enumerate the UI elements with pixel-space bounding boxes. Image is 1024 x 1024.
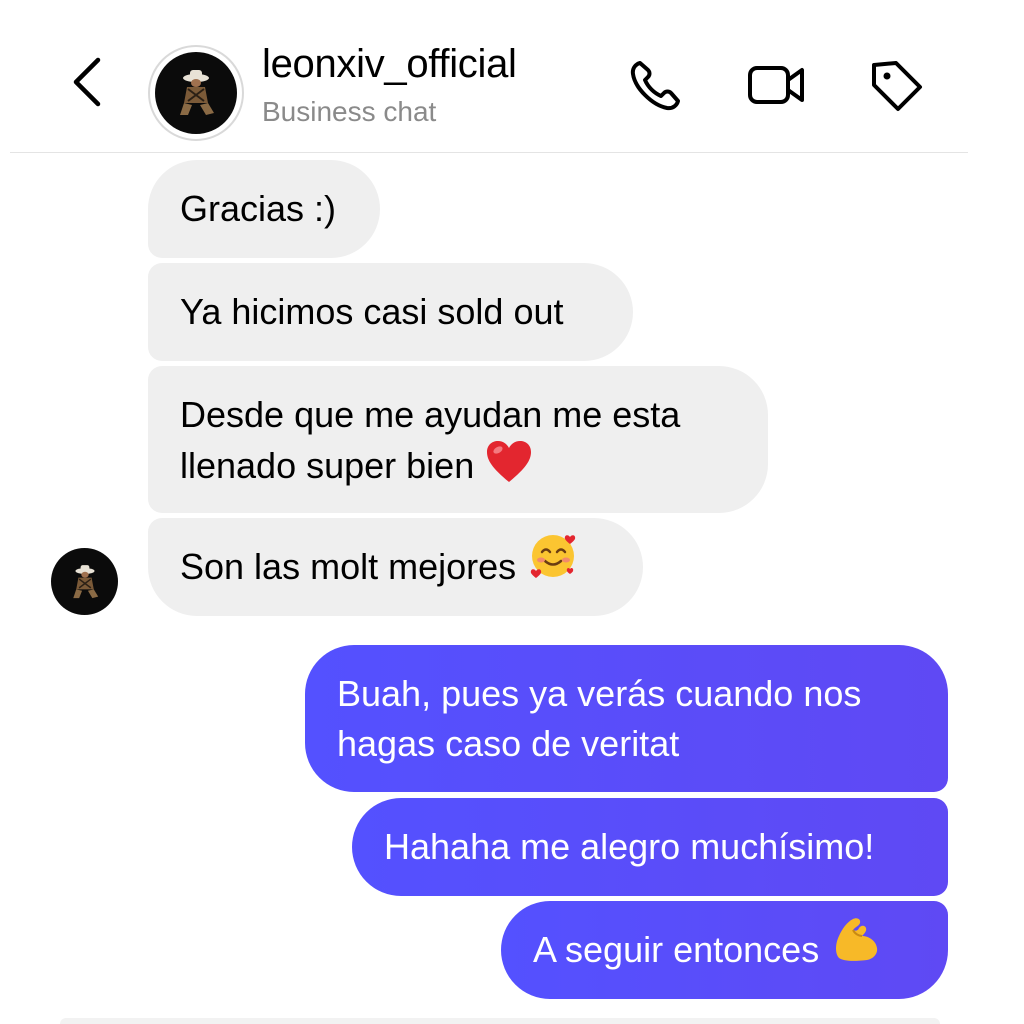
- phone-icon[interactable]: [626, 55, 686, 115]
- message-bubble-received[interactable]: Ya hicimos casi sold out: [148, 263, 633, 361]
- message-text: Hahaha me alegro muchísimo!: [384, 826, 875, 867]
- message-bubble-sent[interactable]: Hahaha me alegro muchísimo!: [352, 798, 948, 896]
- message-text-line: Desde que me ayudan me esta: [180, 394, 681, 435]
- message-bubble-received[interactable]: Son las molt mejores: [148, 518, 643, 616]
- message-bubble-sent[interactable]: A seguir entonces: [501, 901, 948, 999]
- message-text-line: hagas caso de veritat: [337, 723, 680, 764]
- chat-username: leonxiv_official: [262, 42, 517, 86]
- message-text: Gracias :): [180, 188, 337, 229]
- message-text-line: Buah, pues ya verás cuando nos: [337, 673, 862, 714]
- composer-edge: [60, 1018, 940, 1024]
- message-text-line: llenado super bien: [180, 445, 475, 487]
- chat-subtitle: Business chat: [262, 96, 437, 127]
- message-bubble-received[interactable]: Desde que me ayudan me esta llenado supe…: [148, 366, 768, 513]
- message-text: Son las molt mejores: [180, 546, 517, 587]
- smiling-face-with-hearts-emoji: [528, 520, 580, 618]
- message-bubble-sent[interactable]: Buah, pues ya verás cuando nos hagas cas…: [305, 645, 948, 792]
- message-bubble-received[interactable]: Gracias :): [148, 160, 380, 258]
- back-chevron-icon[interactable]: [62, 52, 118, 112]
- profile-avatar[interactable]: [148, 45, 244, 141]
- header-divider: [10, 152, 968, 153]
- red-heart-emoji: [486, 440, 532, 497]
- sender-avatar[interactable]: [51, 548, 118, 615]
- tag-icon[interactable]: [866, 55, 926, 115]
- cowboy-figure-icon: [180, 70, 214, 115]
- video-camera-icon[interactable]: [746, 55, 806, 115]
- avatar-image: [155, 52, 237, 134]
- flexed-biceps-emoji: [831, 903, 881, 1001]
- message-text: A seguir entonces: [533, 929, 820, 970]
- message-text: Ya hicimos casi sold out: [180, 291, 564, 332]
- cowboy-figure-icon: [72, 564, 98, 598]
